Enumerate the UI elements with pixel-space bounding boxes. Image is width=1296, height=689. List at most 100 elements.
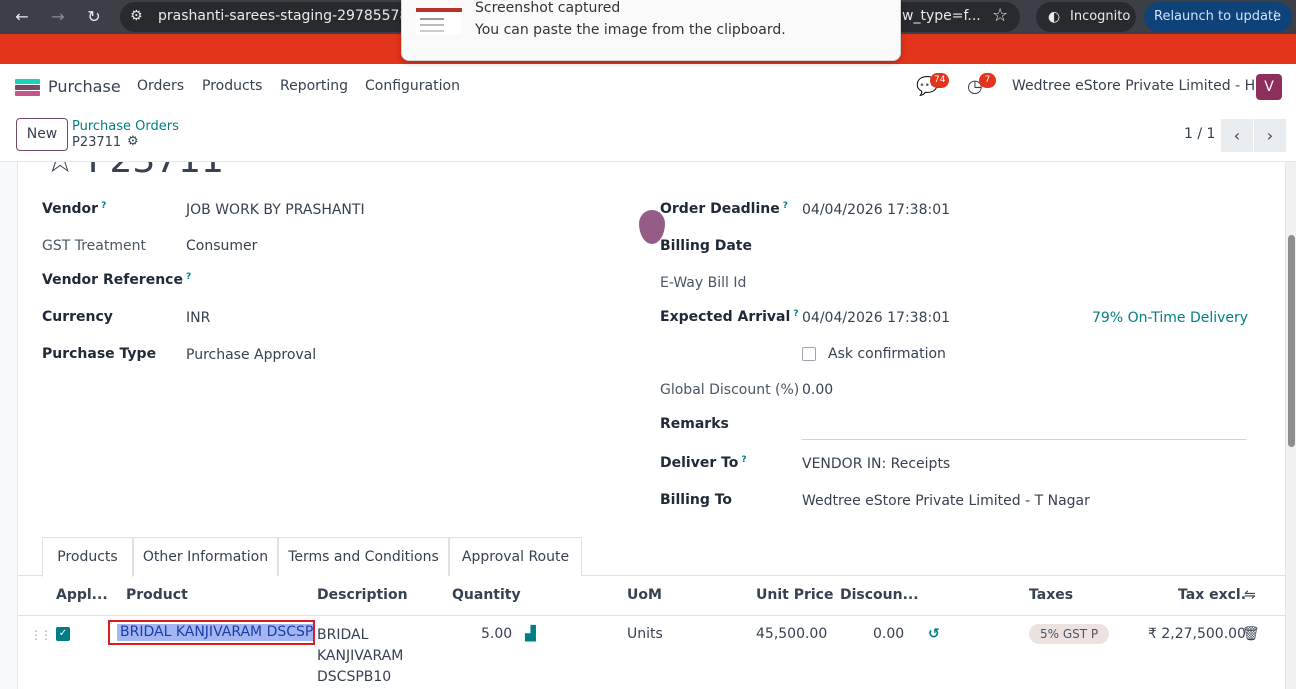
product-field-selected-text: BRIDAL KANJIVARAM DSCSPB10 [117, 624, 313, 641]
menu-products[interactable]: Products [202, 78, 262, 94]
app-menu-icon[interactable] [15, 79, 40, 96]
tax-tag[interactable]: 5% GST P [1029, 624, 1110, 644]
site-settings-icon[interactable]: ⚙ [130, 8, 143, 24]
description-line: BRIDAL [317, 627, 369, 643]
bookmark-star-icon[interactable]: ☆ [992, 5, 1008, 26]
record-title: ☆ P23711 [44, 162, 224, 181]
purchase-type-label: Purchase Type [42, 346, 157, 362]
expected-arrival-field[interactable]: 04/04/2026 17:38:01 [802, 310, 950, 326]
deliver-to-field[interactable]: VENDOR IN: Receipts [802, 456, 950, 472]
column-header-discount[interactable]: Discoun... [840, 587, 919, 603]
scrollbar-thumb[interactable] [1288, 235, 1295, 447]
remarks-label: Remarks [660, 416, 729, 432]
pager-next-icon[interactable]: › [1254, 119, 1286, 152]
global-discount-label: Global Discount (%) [660, 382, 800, 398]
incognito-label: Incognito [1070, 9, 1131, 24]
menu-configuration[interactable]: Configuration [365, 78, 460, 94]
forward-icon[interactable]: → [46, 5, 70, 29]
ask-confirmation-label: Ask confirmation [828, 346, 946, 362]
tab-approval-route[interactable]: Approval Route [449, 537, 582, 576]
record-actions-gear-icon[interactable]: ⚙ [127, 134, 139, 149]
global-discount-field[interactable]: 0.00 [802, 382, 833, 398]
breadcrumb-purchase-orders[interactable]: Purchase Orders [72, 119, 179, 134]
menu-reporting[interactable]: Reporting [280, 78, 348, 94]
vendor-field[interactable]: JOB WORK BY PRASHANTI [186, 202, 365, 218]
tax-excl-cell: ₹ 2,27,500.00 [1148, 626, 1246, 642]
billing-date-field[interactable] [802, 238, 1242, 256]
back-icon[interactable]: ← [10, 5, 34, 29]
column-header-applied[interactable]: Appl... [56, 587, 108, 603]
expected-arrival-label: Expected Arrival? [660, 309, 799, 325]
url-tail-text: w_type=f... [902, 8, 981, 24]
currency-field[interactable]: INR [186, 310, 210, 326]
column-settings-icon[interactable]: ⇋ [1244, 587, 1256, 603]
column-header-product[interactable]: Product [126, 587, 188, 603]
ask-confirmation-checkbox[interactable] [802, 347, 816, 361]
pager-value[interactable]: 1 / 1 [1184, 126, 1215, 142]
gst-treatment-label: GST Treatment [42, 238, 146, 254]
deliver-to-help-icon[interactable]: ? [741, 455, 746, 465]
order-deadline-label-text: Order Deadline [660, 201, 780, 217]
vendor-reference-label-text: Vendor Reference [42, 272, 183, 288]
forecast-chart-icon[interactable]: ▟ [525, 626, 536, 642]
new-button[interactable]: New [16, 118, 68, 151]
reload-icon[interactable]: ↻ [82, 5, 106, 29]
purchase-type-field[interactable]: Purchase Approval [186, 347, 316, 363]
tab-other-information[interactable]: Other Information [133, 537, 278, 576]
expected-arrival-label-text: Expected Arrival [660, 309, 791, 325]
remarks-field[interactable] [802, 416, 1246, 436]
relaunch-button[interactable]: Relaunch to update ⋮ [1144, 2, 1292, 32]
uom-cell[interactable]: Units [627, 626, 663, 642]
more-vert-icon[interactable]: ⋮ [1269, 2, 1282, 32]
delete-row-icon[interactable]: 🗑 [1242, 626, 1260, 642]
notification-title: Screenshot captured [475, 0, 621, 16]
url-text: prashanti-sarees-staging-29785578.dev [158, 8, 439, 24]
record-name: P23711 [88, 162, 224, 181]
incognito-icon: ◐ [1048, 9, 1061, 25]
product-field[interactable]: BRIDAL KANJIVARAM DSCSPB10 [108, 620, 315, 645]
incognito-indicator[interactable]: ◐ Incognito [1036, 2, 1136, 32]
quantity-cell[interactable]: 5.00 [481, 626, 512, 642]
discount-cell[interactable]: 0.00 [873, 626, 904, 642]
description-cell[interactable]: BRIDAL KANJIVARAM DSCSPB10 [317, 625, 403, 688]
vendor-help-icon[interactable]: ? [101, 201, 106, 211]
deliver-to-label-text: Deliver To [660, 455, 739, 471]
company-switcher[interactable]: Wedtree eStore Private Limited - HO [1012, 78, 1266, 94]
column-header-uom[interactable]: UoM [627, 587, 662, 603]
order-deadline-field[interactable]: 04/04/2026 17:38:01 [802, 202, 950, 218]
eway-bill-field[interactable] [802, 275, 1242, 293]
row-drag-handle-icon[interactable]: ⋮⋮ [30, 628, 52, 642]
column-header-description[interactable]: Description [317, 587, 408, 603]
deliver-to-label: Deliver To? [660, 455, 747, 471]
notification-message: You can paste the image from the clipboa… [475, 22, 786, 38]
on-time-delivery-link[interactable]: 79% On-Time Delivery [1092, 310, 1248, 326]
menu-orders[interactable]: Orders [137, 78, 184, 94]
reset-history-icon[interactable]: ↺ [928, 626, 940, 642]
billing-date-label: Billing Date [660, 238, 752, 254]
column-header-quantity[interactable]: Quantity [452, 587, 521, 603]
expected-arrival-help-icon[interactable]: ? [793, 309, 798, 319]
breadcrumb-current-record: P23711 [72, 135, 122, 150]
tab-terms-and-conditions[interactable]: Terms and Conditions [278, 537, 449, 576]
screenshot-thumbnail [416, 8, 462, 34]
description-line: KANJIVARAM [317, 648, 404, 664]
relaunch-label: Relaunch to update [1154, 9, 1282, 24]
order-deadline-help-icon[interactable]: ? [783, 201, 788, 211]
user-avatar[interactable]: V [1256, 74, 1282, 100]
billing-to-field[interactable]: Wedtree eStore Private Limited - T Nagar [802, 493, 1090, 509]
gst-treatment-field[interactable]: Consumer [186, 238, 257, 254]
favorite-star-icon[interactable]: ☆ [44, 162, 76, 181]
tab-products[interactable]: Products [42, 537, 133, 577]
column-header-tax-excl[interactable]: Tax excl. [1178, 587, 1246, 603]
column-header-unit-price[interactable]: Unit Price [756, 587, 833, 603]
app-name[interactable]: Purchase [48, 77, 121, 96]
screenshot-notification[interactable]: Screenshot captured You can paste the im… [401, 0, 901, 61]
unit-price-cell[interactable]: 45,500.00 [756, 626, 827, 642]
row-applied-checkbox[interactable]: ✓ [56, 627, 70, 641]
form-view: ☆ P23711 Vendor? JOB WORK BY PRASHANTI G… [0, 162, 1286, 689]
vendor-label-text: Vendor [42, 201, 99, 217]
pager-previous-icon[interactable]: ‹ [1221, 119, 1253, 152]
column-header-taxes[interactable]: Taxes [1029, 587, 1073, 603]
vendor-reference-field[interactable] [186, 272, 606, 290]
vendor-reference-label: Vendor Reference? [42, 272, 191, 288]
